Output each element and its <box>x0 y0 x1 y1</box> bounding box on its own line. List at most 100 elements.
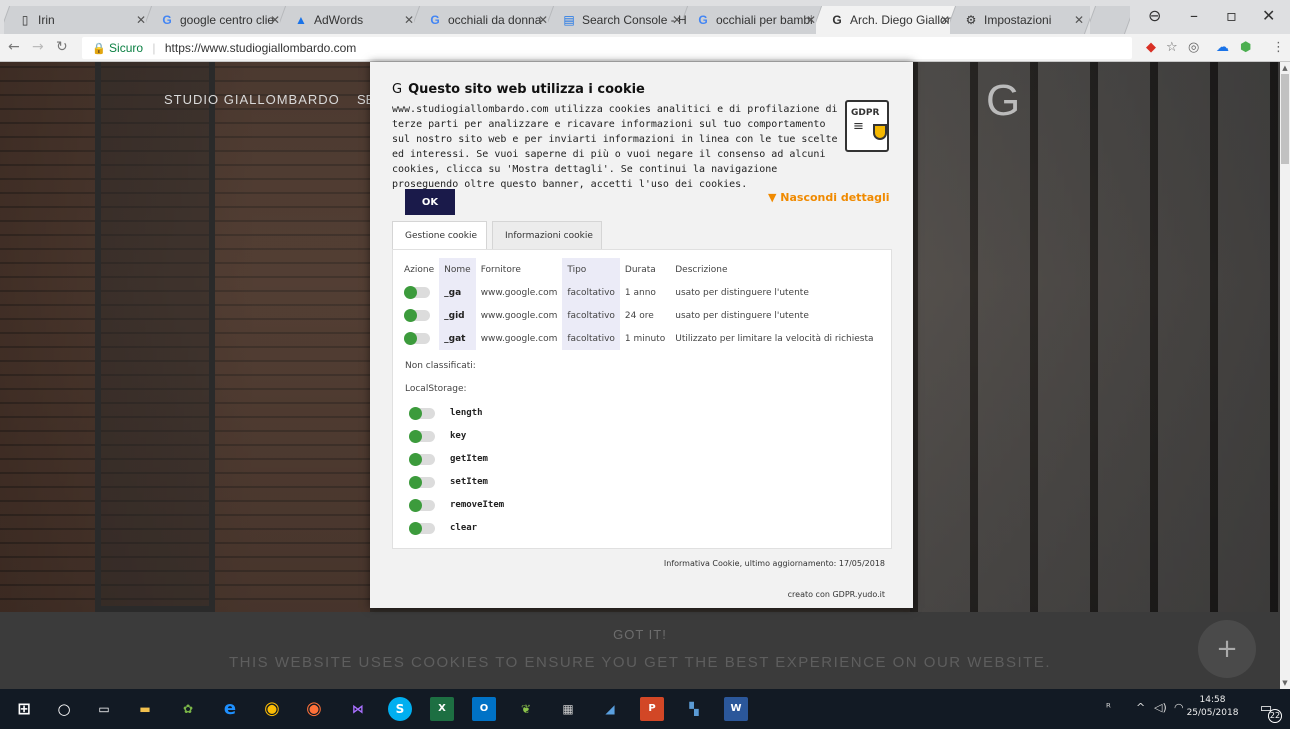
chevron-up-icon[interactable]: ^ <box>1136 701 1145 714</box>
scroll-down-icon[interactable]: ▼ <box>1281 679 1289 687</box>
browser-tab[interactable]: G google centro clie ✕ <box>146 6 286 34</box>
skype-icon[interactable]: S <box>388 697 412 721</box>
hide-details-link[interactable]: ▼ Nascondi dettagli <box>768 191 890 204</box>
close-tab-icon[interactable]: ✕ <box>404 6 414 34</box>
app-icon[interactable]: ◢ <box>598 697 622 721</box>
browser-tab-active[interactable]: G Arch. Diego Giallor ✕ <box>816 6 956 34</box>
restore-icon[interactable]: ▫ <box>1226 6 1237 25</box>
cloud-extension-icon[interactable]: ☁ <box>1216 40 1229 55</box>
cookie-provider: www.google.com <box>480 333 558 344</box>
tab-gestione-cookie[interactable]: Gestione cookie <box>392 221 487 250</box>
new-tab-button[interactable] <box>1090 6 1130 34</box>
calculator-icon[interactable]: ▦ <box>556 697 580 721</box>
menu-dots-icon[interactable]: ⋮ <box>1272 40 1285 55</box>
windows-start-icon[interactable]: ⊞ <box>12 697 36 721</box>
close-tab-icon[interactable]: ✕ <box>270 6 280 34</box>
localstorage-name: removeItem <box>450 500 505 510</box>
document-lines-icon: ≡ <box>853 119 864 134</box>
close-tab-icon[interactable]: ✕ <box>136 6 146 34</box>
tab-informazioni-cookie[interactable]: Informazioni cookie <box>492 221 602 250</box>
column-header: Fornitore <box>480 264 521 275</box>
forward-arrow-icon[interactable]: → <box>32 39 44 55</box>
minimize-icon[interactable]: – <box>1190 6 1198 25</box>
notification-count: 22 <box>1268 709 1282 723</box>
remote-desktop-icon[interactable]: ▚ <box>682 697 706 721</box>
browser-tab[interactable]: ▯ Irin ✕ <box>4 6 152 34</box>
cookie-toggle[interactable] <box>404 309 430 322</box>
browser-tab[interactable]: ▲ AdWords ✕ <box>280 6 420 34</box>
edge-browser-icon[interactable]: e <box>218 697 242 721</box>
notification-center-icon[interactable]: ▭ 22 <box>1254 697 1282 723</box>
localstorage-toggle[interactable] <box>409 522 435 535</box>
back-arrow-icon[interactable]: ← <box>8 39 20 55</box>
reload-icon[interactable]: ↻ <box>56 39 68 55</box>
localstorage-name: setItem <box>450 477 488 487</box>
extension-icon[interactable]: ◆ <box>1146 40 1156 55</box>
browser-tab-title: Arch. Diego Giallor <box>850 13 951 27</box>
localstorage-toggle[interactable] <box>409 499 435 512</box>
close-tab-icon[interactable]: ✕ <box>940 6 950 34</box>
volume-icon[interactable]: ◁) <box>1154 701 1167 714</box>
visual-studio-icon[interactable]: ⋈ <box>346 697 370 721</box>
cookie-name: _gat <box>439 327 476 350</box>
scroll-thumb[interactable] <box>1281 74 1289 164</box>
localstorage-toggle[interactable] <box>409 430 435 443</box>
outlook-icon[interactable]: O <box>472 697 496 721</box>
file-explorer-icon[interactable]: ▬ <box>133 697 157 721</box>
wifi-icon[interactable]: ◠ <box>1174 701 1184 714</box>
extension-icon[interactable]: ⬢ <box>1240 40 1251 55</box>
site-brand[interactable]: STUDIO GIALLOMBARDO <box>164 92 340 107</box>
gdpr-credit-link[interactable]: creato con GDPR.yudo.it <box>788 590 885 599</box>
extension-icon[interactable]: ◎ <box>1188 40 1199 55</box>
task-view-icon[interactable]: ▭ <box>92 697 116 721</box>
system-clock[interactable]: 14:58 25/05/2018 <box>1185 694 1240 720</box>
scroll-up-icon[interactable]: ▲ <box>1281 64 1289 72</box>
powerpoint-icon[interactable]: P <box>640 697 664 721</box>
adwords-icon: ▲ <box>295 13 307 27</box>
bookmark-star-icon[interactable]: ☆ <box>1166 40 1178 55</box>
cookie-toggle[interactable] <box>404 286 430 299</box>
cookie-toggle[interactable] <box>404 332 430 345</box>
got-it-button[interactable]: GOT IT! <box>0 627 1280 642</box>
excel-icon[interactable]: X <box>430 697 454 721</box>
close-tab-icon[interactable]: ✕ <box>806 6 816 34</box>
browser-tab[interactable]: ⚙ Impostazioni ✕ <box>950 6 1090 34</box>
profile-icon[interactable]: ⊖ <box>1148 6 1161 25</box>
site-g-logo[interactable]: G <box>986 76 1020 126</box>
close-tab-icon[interactable]: ✕ <box>538 6 548 34</box>
word-icon[interactable]: W <box>724 697 748 721</box>
browser-tab[interactable]: G occhiali per bambi ✕ <box>682 6 822 34</box>
cookie-policy-link[interactable]: Informativa Cookie, ultimo aggiornamento… <box>664 559 885 568</box>
cookie-consent-bar: GOT IT! THIS WEBSITE USES COOKIES TO ENS… <box>0 612 1280 689</box>
plus-fab-button[interactable]: + <box>1198 620 1256 678</box>
localstorage-toggle[interactable] <box>409 476 435 489</box>
close-tab-icon[interactable]: ✕ <box>1074 6 1084 34</box>
google-icon: G <box>698 13 708 27</box>
cookie-duration: 24 ore <box>624 310 654 321</box>
gear-icon: ⚙ <box>965 13 977 27</box>
search-icon[interactable]: ○ <box>52 697 76 721</box>
clock-time: 14:58 <box>1199 695 1226 705</box>
modal-title: G Questo sito web utilizza i cookie <box>392 82 645 97</box>
firefox-browser-icon[interactable]: ◉ <box>302 697 326 721</box>
unclassified-label: Non classificati: <box>405 361 476 371</box>
localstorage-name: clear <box>450 523 478 533</box>
localstorage-toggle[interactable] <box>409 407 435 420</box>
google-icon: G <box>430 13 440 27</box>
page-scrollbar[interactable]: ▲ ▼ <box>1280 62 1290 689</box>
close-window-icon[interactable]: ✕ <box>1262 6 1275 25</box>
cookie-description: Utilizzato per limitare la velocità di r… <box>675 333 874 344</box>
app-icon[interactable]: ❦ <box>514 697 538 721</box>
browser-tab-title: occhiali da donna <box>448 13 542 27</box>
browser-tab[interactable]: G occhiali da donna ✕ <box>414 6 554 34</box>
ok-button[interactable]: OK <box>405 189 455 215</box>
people-icon[interactable]: ᴿ <box>1106 701 1111 714</box>
address-bar[interactable]: 🔒 Sicuro | https://www.studiogiallombard… <box>82 37 1132 59</box>
browser-tab[interactable]: ▤ Search Console - H ✕ <box>548 6 688 34</box>
cookie-type: facoltativo <box>562 281 620 304</box>
chrome-browser-icon[interactable]: ◉ <box>260 697 284 721</box>
close-tab-icon[interactable]: ✕ <box>672 6 682 34</box>
app-icon[interactable]: ✿ <box>176 697 200 721</box>
localstorage-toggle[interactable] <box>409 453 435 466</box>
secure-label: Sicuro <box>109 41 144 55</box>
